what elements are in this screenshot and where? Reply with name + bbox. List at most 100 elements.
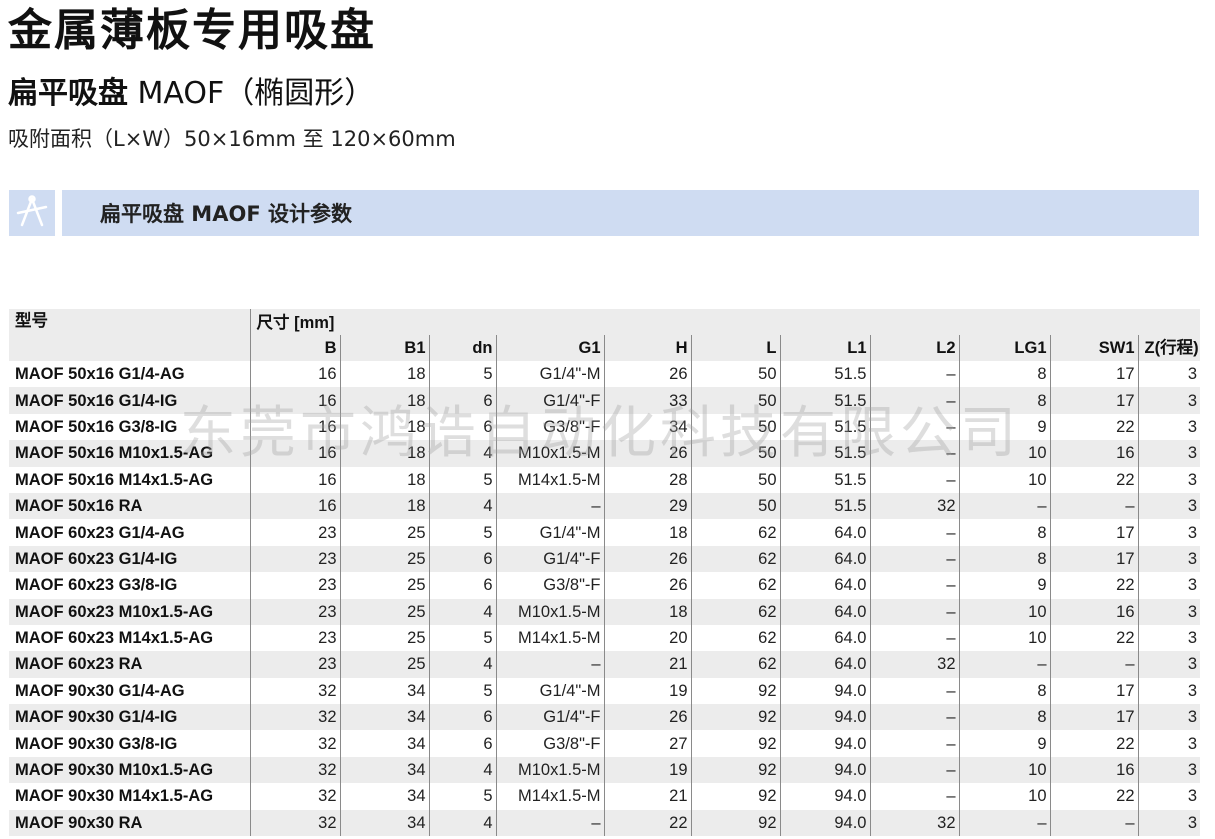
table-cell: 17 — [1050, 677, 1139, 705]
table-cell: – — [959, 651, 1051, 678]
table-cell: 17 — [1050, 545, 1139, 573]
table-cell: 4 — [429, 598, 497, 625]
table-cell: 8 — [959, 677, 1051, 705]
table-cell: 6 — [429, 572, 497, 599]
table-cell: 50 — [691, 361, 781, 388]
table-cell: 62 — [691, 651, 781, 678]
dimension-group-header: 尺寸 [mm] — [250, 309, 1201, 335]
column-header: B1 — [340, 335, 430, 361]
table-row: MAOF 60x23 M14x1.5-AG 23 25 5 M14x1.5-M 20 62 6… — [9, 624, 1200, 652]
model-cell: MAOF 90x30 M10x1.5-AG — [9, 756, 251, 784]
table-cell: 16 — [250, 466, 341, 493]
table-row: MAOF 90x30 M14x1.5-AG 32 34 5 M14x1.5-M 21 92 9… — [9, 783, 1200, 810]
table-cell: 3 — [1138, 545, 1201, 573]
table-cell: 17 — [1050, 704, 1139, 731]
table-cell: 16 — [250, 440, 341, 467]
table-cell: 50 — [691, 466, 781, 493]
table-cell: 51.5 — [780, 440, 871, 467]
caliper-icon — [9, 190, 55, 236]
table-cell: – — [870, 730, 960, 757]
table-cell: – — [870, 519, 960, 546]
table-cell: 8 — [959, 361, 1051, 388]
model-cell: MAOF 50x16 G3/8-IG — [9, 413, 251, 441]
table-cell: 64.0 — [780, 598, 871, 625]
table-cell: 5 — [429, 519, 497, 546]
table-cell: – — [496, 651, 605, 678]
table-body: MAOF 50x16 G1/4-AG 16 18 5 G1/4"-M 26 50 51.5–8… — [9, 361, 1201, 837]
table-cell: 23 — [250, 519, 341, 546]
table-cell: 5 — [429, 783, 497, 810]
table-cell: 92 — [691, 677, 781, 705]
table-row: MAOF 60x23 G1/4-IG 23 25 6 G1/4"-F 26 62 64.0–8… — [9, 545, 1201, 573]
table-cell: 9 — [959, 572, 1051, 599]
table-row: MAOF 60x23 G3/8-IG 23 25 6 G3/8"-F 26 62 64.0–9… — [9, 572, 1200, 599]
table-cell: 34 — [340, 809, 430, 837]
table-cell: 19 — [604, 677, 692, 705]
table-cell: 51.5 — [780, 361, 871, 388]
table-cell: 92 — [691, 783, 781, 810]
table-cell: 21 — [604, 651, 692, 678]
table-cell: – — [1050, 492, 1139, 520]
table-cell: G3/8"-F — [496, 413, 605, 441]
table-cell: 3 — [1138, 651, 1201, 678]
table-cell: 20 — [604, 624, 692, 652]
table-cell: 28 — [604, 466, 692, 493]
table-row: MAOF 50x16 M10x1.5-AG 16 18 4 M10x1.5-M 26 50 5… — [9, 440, 1201, 467]
model-cell: MAOF 50x16 G1/4-IG — [9, 387, 251, 414]
table-cell: 10 — [959, 756, 1051, 784]
table-cell: 3 — [1187, 787, 1198, 806]
table-cell: G1/4"-M — [496, 519, 605, 546]
column-header: LG1 — [959, 335, 1051, 361]
table-cell: 3 — [1138, 440, 1201, 467]
table-cell: 92 — [691, 809, 781, 837]
table-cell: M10x1.5-M — [496, 756, 605, 784]
table-cell: – — [959, 492, 1051, 520]
table-row: MAOF 90x30 G1/4-IG 32 34 6 G1/4"-F 26 92 94.0–8… — [9, 704, 1201, 731]
table-cell: 92 — [691, 756, 781, 784]
table-cell: 3 — [1187, 629, 1198, 648]
table-cell: 4 — [429, 756, 497, 784]
column-header: Z(行程) — [1138, 335, 1201, 361]
table-cell: 51.5 — [780, 492, 871, 520]
table-cell: 34 — [340, 756, 430, 784]
table-cell: 34 — [604, 413, 692, 441]
subtitle-name: 扁平吸盘 — [8, 76, 128, 111]
table-cell: 62 — [691, 624, 781, 652]
table-cell: 3 — [1138, 704, 1201, 731]
table-cell: 10 — [959, 783, 1051, 810]
table-cell: 26 — [604, 361, 692, 388]
table-row: MAOF 60x23 G1/4-AG 23 25 5 G1/4"-M 18 62 64.0–8… — [9, 519, 1200, 546]
table-cell: 34 — [340, 677, 430, 705]
table-cell: M14x1.5-M — [496, 783, 605, 810]
section-title: 扁平吸盘 MAOF 设计参数 — [100, 202, 352, 226]
table-cell: 26 — [604, 545, 692, 573]
table-header-row: 型号 尺寸 [mm] — [9, 309, 1201, 361]
table-cell: 22 — [1050, 624, 1139, 652]
table-row: MAOF 50x16 M14x1.5-AG 16 18 5 M14x1.5-M 28 50 5… — [9, 466, 1200, 493]
table-cell: – — [1050, 651, 1139, 678]
table-cell: 50 — [691, 413, 781, 441]
table-cell: – — [870, 677, 960, 705]
table-row: MAOF 50x16 RA 16 18 4–29 50 51.5 32– –3 — [9, 492, 1201, 520]
table-cell: 16 — [250, 413, 341, 441]
table-cell: 94.0 — [780, 677, 871, 705]
table-cell: 33 — [604, 387, 692, 414]
table-cell: 26 — [604, 704, 692, 731]
table-cell: 4 — [429, 809, 497, 837]
table-cell: 64.0 — [780, 624, 871, 652]
table-cell: G1/4"-F — [496, 387, 605, 414]
table-cell: 6 — [429, 704, 497, 731]
table-cell: 32 — [250, 704, 341, 731]
table-cell: G3/8"-F — [496, 572, 605, 599]
table-cell: 32 — [250, 677, 341, 705]
column-header: L — [691, 335, 781, 361]
table-cell: – — [870, 440, 960, 467]
table-row: MAOF 90x30 M10x1.5-AG 32 34 4 M10x1.5-M 19 92 9… — [9, 756, 1201, 784]
table-cell: 9 — [959, 413, 1051, 441]
table-cell: 3 — [1138, 598, 1201, 625]
table-cell: M14x1.5-M — [496, 466, 605, 493]
table-cell: – — [1050, 809, 1139, 837]
table-cell: – — [870, 783, 960, 810]
table-cell: 18 — [604, 598, 692, 625]
table-cell: 23 — [250, 545, 341, 573]
